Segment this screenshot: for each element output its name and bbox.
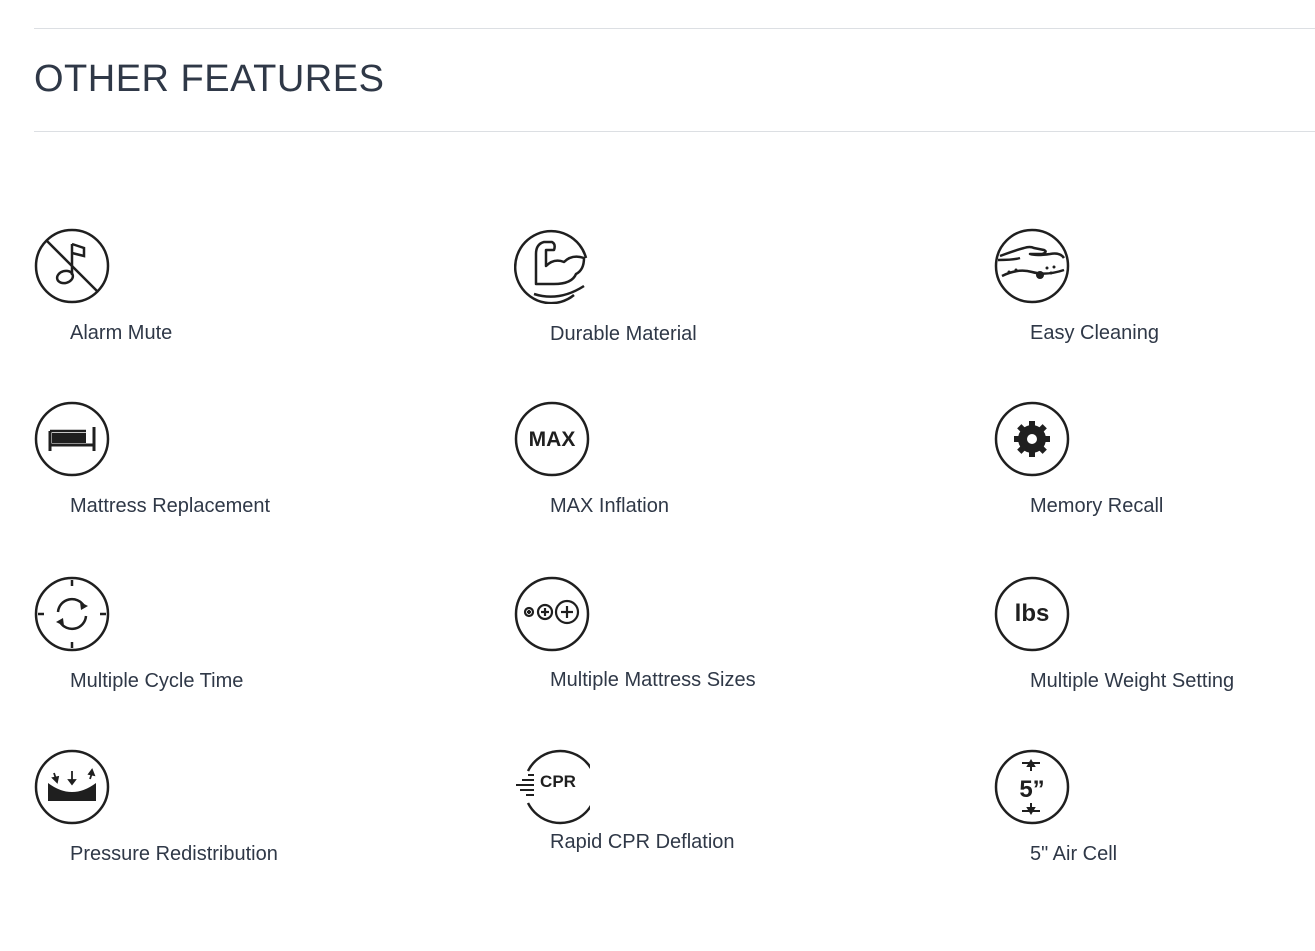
cpr-deflation-icon: CPR <box>514 749 590 825</box>
feature-label: Easy Cleaning <box>1030 322 1159 344</box>
feature-label: 5" Air Cell <box>1030 843 1118 865</box>
feature-label: Rapid CPR Deflation <box>550 831 735 853</box>
pressure-redistribution-icon <box>34 749 110 825</box>
easy-cleaning-icon <box>994 228 1070 304</box>
feature-easy-cleaning: Easy Cleaning <box>994 228 1315 368</box>
feature-memory-recall: Memory Recall <box>994 401 1315 541</box>
durable-material-icon <box>514 228 590 304</box>
section-title: OTHER FEATURES <box>34 58 385 100</box>
weight-setting-icon: lbs <box>994 576 1070 652</box>
top-divider <box>34 28 1315 29</box>
feature-max-inflation: MAX MAX Inflation <box>514 401 934 541</box>
cpr-deflation-icon-text: CPR <box>540 772 576 791</box>
weight-setting-icon-text: lbs <box>1015 600 1050 627</box>
air-cell-icon: 5” <box>994 749 1070 825</box>
feature-rapid-cpr-deflation: CPR Rapid CPR Deflation <box>514 749 934 889</box>
feature-label: Pressure Redistribution <box>70 843 278 865</box>
feature-label: Alarm Mute <box>70 322 173 344</box>
max-inflation-icon: MAX <box>514 401 590 477</box>
feature-label: Memory Recall <box>1030 495 1164 517</box>
feature-pressure-redistribution: Pressure Redistribution <box>34 749 454 889</box>
feature-multiple-weight-setting: lbs Multiple Weight Setting <box>994 576 1315 716</box>
feature-label: Multiple Cycle Time <box>70 670 244 692</box>
feature-durable-material: Durable Material <box>514 228 934 368</box>
feature-multiple-mattress-sizes: Multiple Mattress Sizes <box>514 576 934 716</box>
air-cell-icon-text: 5” <box>1019 776 1044 803</box>
feature-label: Multiple Mattress Sizes <box>550 669 756 691</box>
feature-mattress-replacement: Mattress Replacement <box>34 401 454 541</box>
feature-label: Multiple Weight Setting <box>1030 670 1235 692</box>
feature-label: Mattress Replacement <box>70 495 271 517</box>
feature-multiple-cycle-time: Multiple Cycle Time <box>34 576 454 716</box>
feature-alarm-mute: Alarm Mute <box>34 228 454 368</box>
cycle-time-icon <box>34 576 110 652</box>
mattress-sizes-icon <box>514 576 590 652</box>
mattress-replacement-icon <box>34 401 110 477</box>
feature-label: MAX Inflation <box>550 495 669 517</box>
memory-recall-icon <box>994 401 1070 477</box>
max-inflation-icon-text: MAX <box>529 428 576 451</box>
feature-air-cell: 5” 5" Air Cell <box>994 749 1315 889</box>
alarm-mute-icon <box>34 228 110 304</box>
title-divider <box>34 131 1315 132</box>
feature-label: Durable Material <box>550 323 697 345</box>
